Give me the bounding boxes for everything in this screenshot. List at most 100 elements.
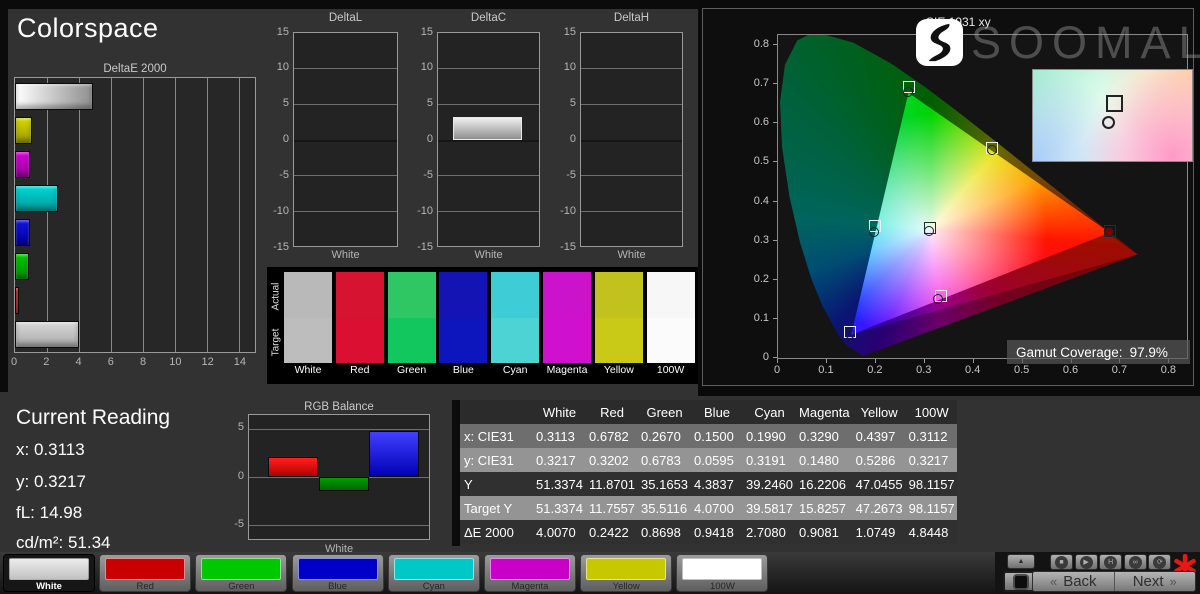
table-cell: 35.1653 bbox=[641, 476, 689, 492]
actual-swatch bbox=[335, 272, 384, 318]
table-cell: 4.0070 bbox=[536, 524, 576, 540]
swatch-column-white: White bbox=[284, 267, 332, 384]
page-title: Colorspace bbox=[17, 13, 159, 43]
deltae-x-tick: 8 bbox=[140, 356, 147, 368]
table-row-label: x: CIE31 bbox=[464, 428, 514, 444]
swatch-column-100w: 100W bbox=[646, 267, 695, 384]
swatch-column-red: Red bbox=[335, 267, 384, 384]
deltae-x-tick: 4 bbox=[75, 356, 82, 368]
delta-gridline bbox=[581, 210, 682, 212]
table-cell: 0.9081 bbox=[799, 524, 839, 540]
bottom-toolbar: White Red Green Blue Cyan Magenta Yellow 100W ▲… bbox=[0, 552, 1200, 594]
deltae-bar-blue bbox=[15, 219, 31, 246]
eject-button[interactable]: ▲ bbox=[1007, 554, 1035, 569]
rgb-y-tick: 5 bbox=[237, 421, 244, 434]
table-row-label: Y bbox=[464, 476, 473, 492]
patch-button-green[interactable]: Green bbox=[195, 554, 288, 592]
swatch-label: 100W bbox=[656, 364, 685, 376]
cie-actual-green bbox=[902, 86, 913, 97]
table-header-cell: Blue bbox=[704, 404, 731, 420]
reading-line-x: x: 0.3113 bbox=[16, 440, 85, 459]
delta-y-tick: 15 bbox=[420, 25, 433, 38]
back-button[interactable]: « Back bbox=[1033, 572, 1114, 591]
table-cell: 0.9418 bbox=[694, 524, 734, 540]
deltae-x-tick: 14 bbox=[233, 356, 246, 368]
patch-swatch-white bbox=[9, 558, 89, 580]
patch-button-blue[interactable]: Blue bbox=[291, 554, 384, 592]
deltae-bar-red bbox=[15, 287, 19, 314]
next-button[interactable]: Next » bbox=[1115, 572, 1196, 591]
delta-x-label: White bbox=[331, 249, 360, 261]
patch-button-label: Cyan bbox=[422, 581, 445, 592]
table-row: ΔE 2000 4.0070 0.2422 0.8698 0.9418 2.7080 0.9… bbox=[460, 520, 957, 544]
deltae-x-tick: 0 bbox=[10, 356, 18, 368]
target-swatch bbox=[491, 318, 540, 363]
play-button[interactable]: ▶ bbox=[1074, 554, 1098, 570]
delta-y-tick: 0 bbox=[426, 133, 433, 145]
cie-actual-yellow bbox=[987, 145, 998, 156]
patch-button-yellow[interactable]: Yellow bbox=[580, 554, 673, 592]
table-cell: 51.3374 bbox=[536, 476, 583, 492]
window-left-edge bbox=[0, 0, 8, 392]
cie-panel-frame: CIE 1931 xy SOOMAL Gamut Coverage: bbox=[698, 0, 1200, 396]
table-cell: 4.0700 bbox=[694, 500, 734, 516]
patch-button-100w[interactable]: 100W bbox=[676, 554, 769, 592]
cie-x-tick-mark bbox=[972, 359, 974, 363]
soomal-logo-icon bbox=[916, 19, 963, 66]
table-row: Target Y 51.3374 11.7557 35.5116 4.0700 39.58… bbox=[460, 496, 957, 520]
table-cell: 47.2673 bbox=[855, 500, 903, 516]
stop-button[interactable]: ■ bbox=[1050, 554, 1073, 570]
delta-y-tick: -10 bbox=[273, 204, 289, 217]
cie-x-tick-label: 0.2 bbox=[867, 364, 883, 376]
delta-gridline bbox=[581, 68, 682, 70]
rgb-y-tick: 0 bbox=[237, 469, 244, 482]
deltae-gridline bbox=[239, 78, 240, 352]
delta-gridline bbox=[294, 103, 397, 105]
cie-y-tick-label: 0.2 bbox=[753, 272, 769, 285]
table-cell: 47.0455 bbox=[855, 476, 903, 492]
table-cell: 0.1480 bbox=[799, 452, 839, 468]
patch-button-white[interactable]: White bbox=[3, 554, 95, 592]
patch-swatch-red bbox=[105, 558, 186, 580]
deltae-bar-cyan bbox=[15, 185, 59, 212]
measurement-table: White Red Green Blue Cyan Magenta Yellow 100W x:… bbox=[460, 400, 957, 544]
delta-y-tick: 15 bbox=[276, 25, 289, 38]
patch-swatch-yellow bbox=[586, 558, 667, 580]
delta-y-tick: -5 bbox=[566, 168, 576, 181]
deltac-bar bbox=[453, 116, 522, 141]
table-header-cell: Magenta bbox=[799, 404, 850, 420]
table-header-cell: Cyan bbox=[754, 404, 785, 420]
cie-x-tick-label: 0.5 bbox=[1013, 364, 1030, 376]
table-row: x: CIE31 0.3113 0.6782 0.2670 0.1500 0.1990 0.… bbox=[460, 424, 957, 448]
delta-x-label: White bbox=[617, 249, 646, 261]
table-cell: 0.3290 bbox=[799, 428, 839, 444]
white-point-inset bbox=[1032, 69, 1193, 162]
cie-x-tick-label: 0 bbox=[773, 364, 781, 376]
swatch-column-cyan: Cyan bbox=[491, 267, 540, 384]
auto-button[interactable]: H bbox=[1099, 554, 1123, 570]
auto-icon: H bbox=[1104, 555, 1118, 569]
target-swatch bbox=[387, 318, 436, 363]
refresh-button[interactable]: ⟳ bbox=[1148, 554, 1172, 570]
deltae-gridline bbox=[111, 78, 112, 352]
swatch-column-blue: Blue bbox=[439, 267, 488, 384]
cie-x-tick-label: 0.8 bbox=[1160, 364, 1177, 376]
patch-button-cyan[interactable]: Cyan bbox=[387, 554, 480, 592]
delta-y-tick: -15 bbox=[560, 240, 576, 253]
patch-button-magenta[interactable]: Magenta bbox=[484, 554, 576, 592]
rgb-bar-blue bbox=[369, 431, 419, 477]
table-cell: 0.3112 bbox=[908, 428, 948, 444]
table-left-edge bbox=[452, 400, 460, 546]
patch-button-red[interactable]: Red bbox=[99, 554, 192, 592]
table-row-label: ΔE 2000 bbox=[464, 524, 514, 540]
cie-actual-cyan bbox=[869, 227, 880, 238]
continuous-button[interactable]: ∞ bbox=[1123, 554, 1147, 570]
table-cell: 15.8257 bbox=[799, 500, 847, 516]
delta-y-tick: 5 bbox=[569, 97, 576, 110]
table-header-cell: Red bbox=[600, 404, 624, 420]
gamut-coverage-value: 97.9% bbox=[1129, 344, 1168, 360]
delta-y-tick: 10 bbox=[563, 61, 576, 74]
cie-x-tick-mark bbox=[923, 359, 925, 363]
patch-button-label: Red bbox=[136, 581, 154, 592]
rgb-gridline bbox=[249, 525, 429, 527]
